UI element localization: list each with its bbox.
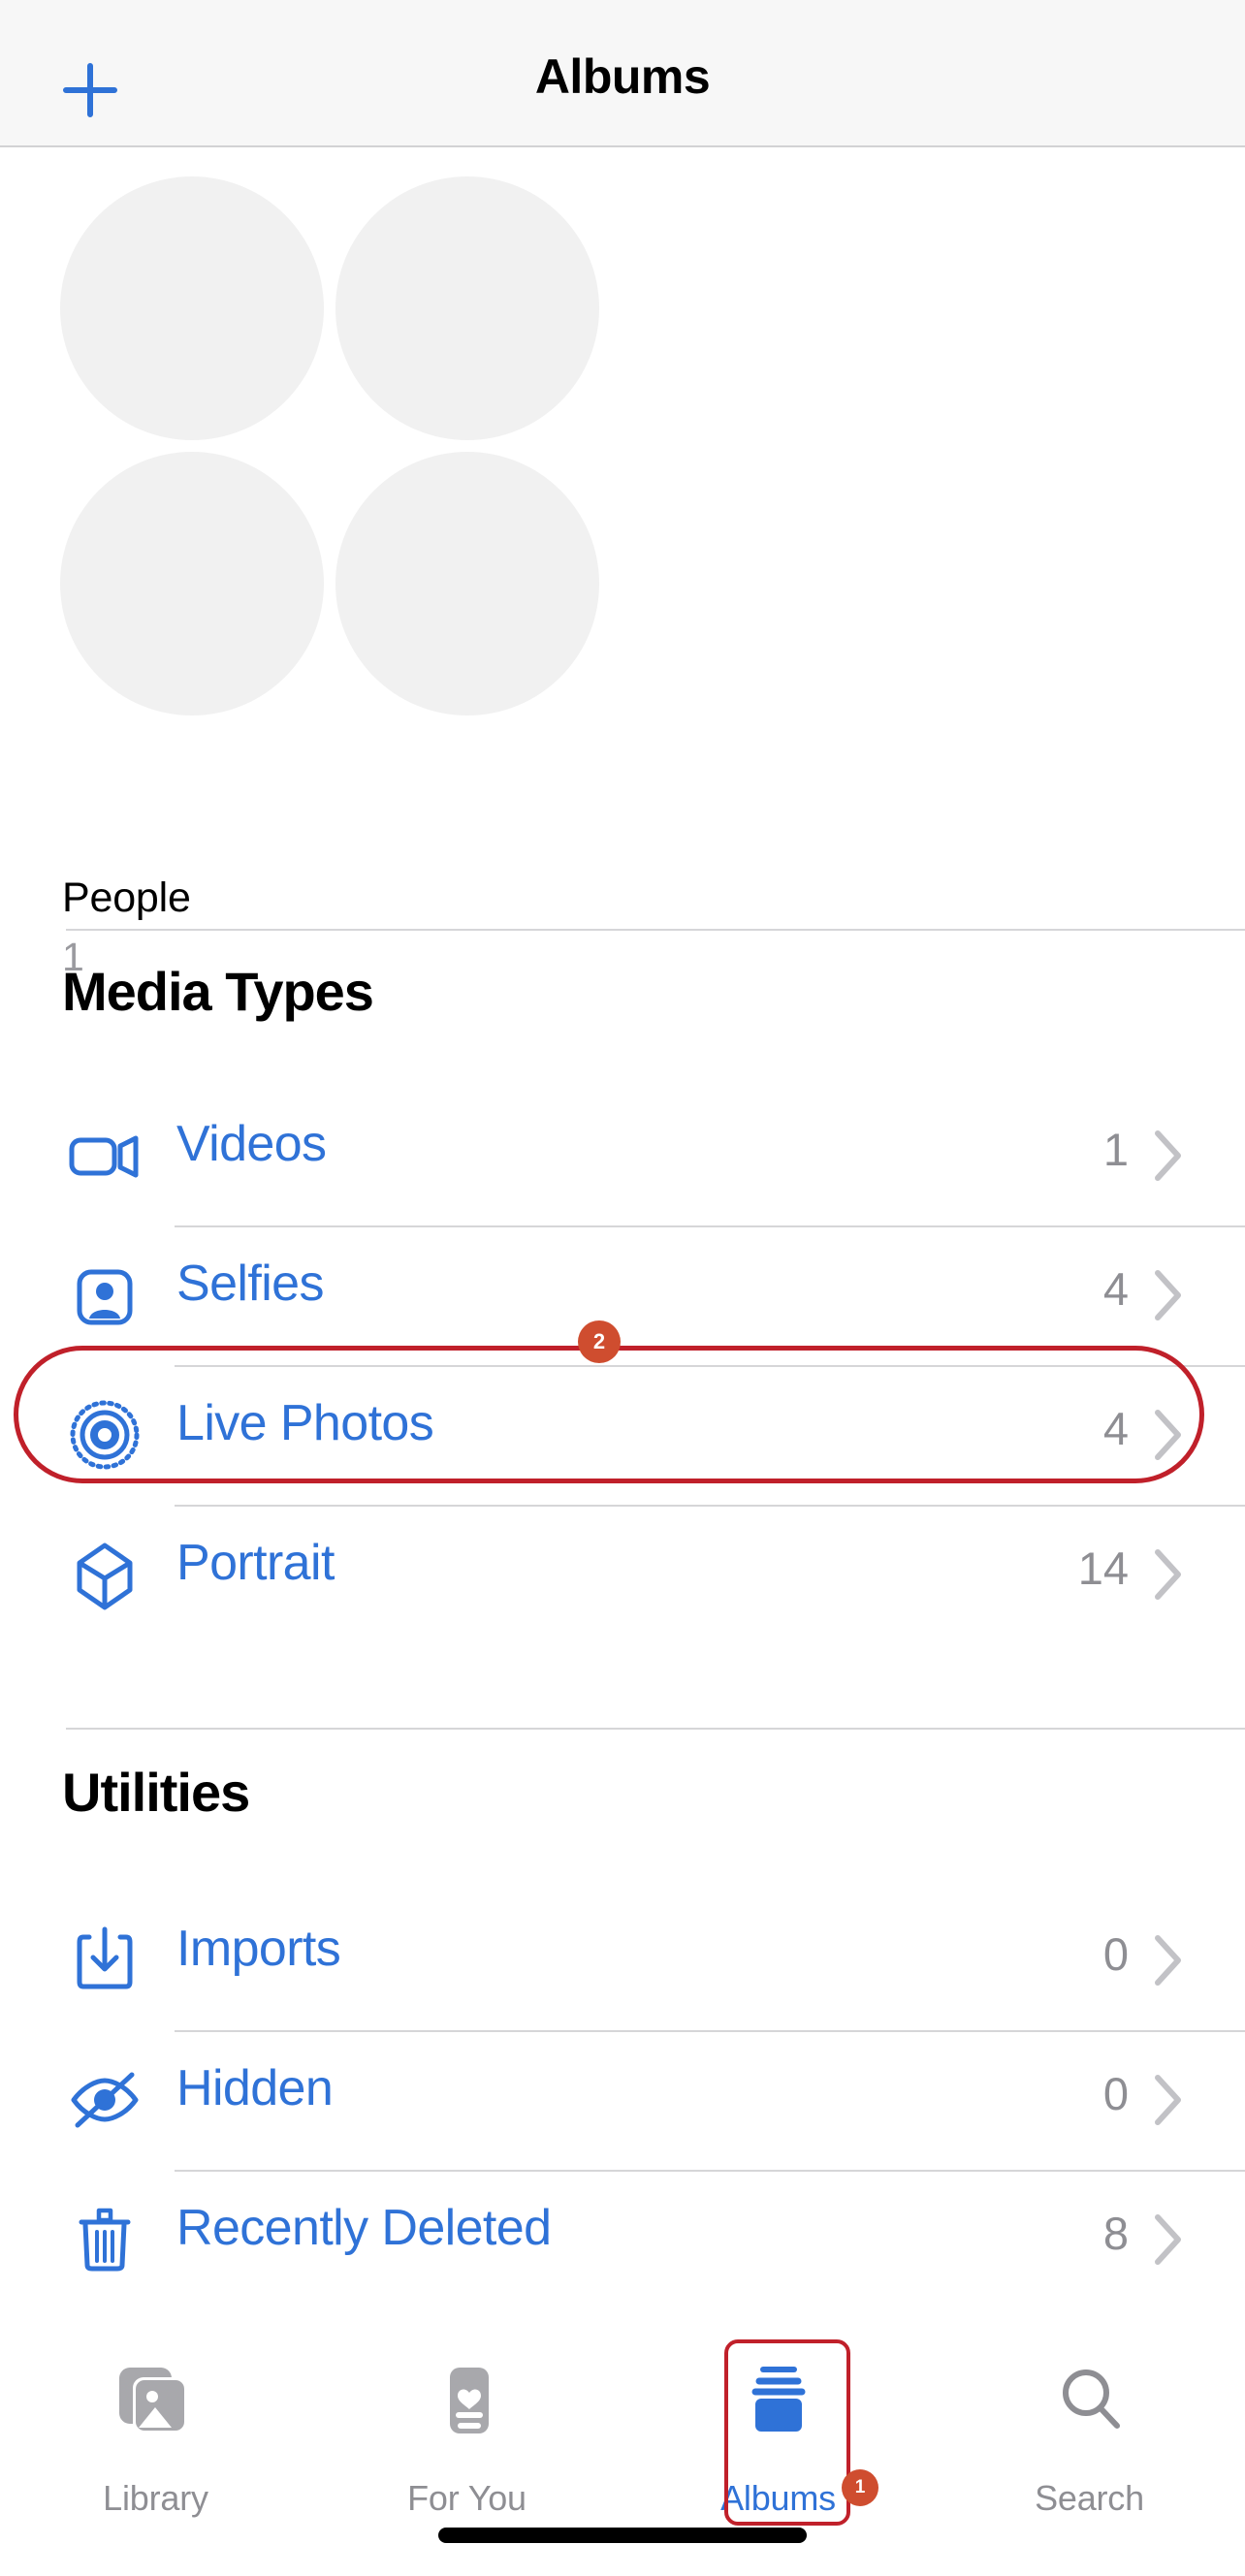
tab-label-search: Search [934, 2478, 1245, 2519]
tab-for-you[interactable]: For You [311, 2344, 622, 2519]
chevron-right-icon [1152, 1408, 1185, 1462]
live-photo-icon [66, 1396, 144, 1474]
avatar-circle [335, 176, 599, 440]
heart-card-icon [423, 2356, 512, 2445]
section-title-utilities: Utilities [62, 1761, 249, 1824]
row-divider [175, 1225, 1245, 1227]
video-camera-icon [66, 1117, 144, 1194]
chevron-right-icon [1152, 1933, 1185, 1988]
chevron-right-icon [1152, 1129, 1185, 1183]
tab-albums[interactable]: Albums [622, 2344, 934, 2519]
row-divider [175, 1505, 1245, 1507]
row-selfies[interactable]: Selfies 4 [0, 1225, 1245, 1365]
trash-icon [66, 2201, 144, 2278]
row-count-live-photos: 4 [1103, 1402, 1129, 1455]
section-title-media-types: Media Types [62, 960, 373, 1023]
row-divider [175, 2030, 1245, 2032]
tab-label-albums: Albums [622, 2478, 934, 2519]
tab-search[interactable]: Search [934, 2344, 1245, 2519]
row-count-recently-deleted: 8 [1103, 2207, 1129, 2260]
row-label-portrait: Portrait [176, 1534, 335, 1592]
chevron-right-icon [1152, 1268, 1185, 1322]
navigation-bar: Albums [0, 0, 1245, 147]
row-label-recently-deleted: Recently Deleted [176, 2199, 551, 2257]
row-live-photos[interactable]: Live Photos 4 [0, 1365, 1245, 1505]
chevron-right-icon [1152, 2212, 1185, 2267]
four-circles-placeholder-icon [60, 176, 599, 716]
people-album-card[interactable]: People 1 [0, 147, 1245, 911]
avatar-circle [335, 452, 599, 716]
magnifier-icon [1045, 2356, 1134, 2445]
row-label-selfies: Selfies [176, 1255, 324, 1313]
row-hidden[interactable]: Hidden 0 [0, 2030, 1245, 2170]
tab-label-for-you: For You [311, 2478, 622, 2519]
tab-bar: Library For You Albums [0, 2327, 1245, 2576]
row-count-hidden: 0 [1103, 2067, 1129, 2120]
eye-slash-icon [66, 2061, 144, 2139]
home-indicator [438, 2528, 807, 2543]
people-album-title: People [62, 875, 191, 922]
row-videos[interactable]: Videos 1 [0, 1086, 1245, 1225]
import-download-icon [66, 1922, 144, 1999]
page-title: Albums [0, 48, 1245, 105]
chevron-right-icon [1152, 1547, 1185, 1602]
row-count-selfies: 4 [1103, 1262, 1129, 1316]
person-square-icon [66, 1256, 144, 1334]
row-label-videos: Videos [176, 1115, 326, 1173]
section-divider [66, 1728, 1245, 1730]
cube-icon [66, 1536, 144, 1613]
chevron-right-icon [1152, 2073, 1185, 2127]
row-count-videos: 1 [1103, 1123, 1129, 1176]
row-count-portrait: 14 [1078, 1542, 1129, 1595]
albums-icon [734, 2356, 823, 2445]
row-label-live-photos: Live Photos [176, 1394, 433, 1452]
section-divider [66, 929, 1245, 931]
row-divider [175, 1365, 1245, 1367]
avatar-circle [60, 176, 324, 440]
photo-stack-icon [112, 2356, 201, 2445]
tab-label-library: Library [0, 2478, 311, 2519]
row-label-imports: Imports [176, 1920, 340, 1978]
avatar-circle [60, 452, 324, 716]
row-portrait[interactable]: Portrait 14 [0, 1505, 1245, 1644]
row-recently-deleted[interactable]: Recently Deleted 8 [0, 2170, 1245, 2309]
tab-library[interactable]: Library [0, 2344, 311, 2519]
row-label-hidden: Hidden [176, 2059, 333, 2117]
row-imports[interactable]: Imports 0 [0, 1891, 1245, 2030]
row-divider [175, 2170, 1245, 2172]
row-count-imports: 0 [1103, 1927, 1129, 1981]
